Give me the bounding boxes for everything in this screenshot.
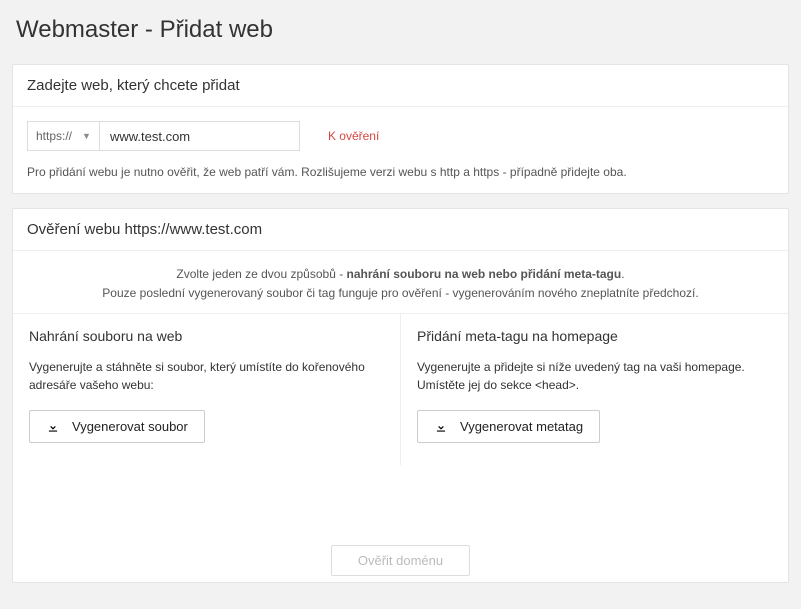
- add-web-heading: Zadejte web, který chcete přidat: [13, 65, 788, 107]
- method-file-upload: Nahrání souboru na web Vygenerujte a stá…: [13, 314, 400, 465]
- generate-file-label: Vygenerovat soubor: [72, 419, 188, 434]
- verify-heading: Ověření webu https://www.test.com: [13, 209, 788, 251]
- add-web-panel: Zadejte web, který chcete přidat https:/…: [12, 64, 789, 194]
- download-icon: [46, 420, 60, 434]
- verify-intro-line2: Pouze poslední vygenerovaný soubor či ta…: [33, 284, 768, 303]
- verify-methods: Nahrání souboru na web Vygenerujte a stá…: [13, 313, 788, 465]
- protocol-value: https://: [36, 129, 72, 143]
- verify-intro-suffix: .: [621, 267, 624, 281]
- chevron-down-icon: ▼: [82, 131, 91, 141]
- method-metatag-title: Přidání meta-tagu na homepage: [417, 328, 772, 344]
- download-icon: [434, 420, 448, 434]
- method-metatag: Přidání meta-tagu na homepage Vygenerujt…: [400, 314, 788, 465]
- verification-status: K ověření: [328, 129, 379, 143]
- verify-intro-bold: nahrání souboru na web nebo přidání meta…: [347, 267, 622, 281]
- method-metatag-desc: Vygenerujte a přidejte si níže uvedený t…: [417, 358, 772, 394]
- page-title: Webmaster - Přidat web: [16, 16, 789, 44]
- url-input[interactable]: [100, 121, 300, 151]
- generate-file-button[interactable]: Vygenerovat soubor: [29, 410, 205, 443]
- generate-metatag-button[interactable]: Vygenerovat metatag: [417, 410, 600, 443]
- generate-metatag-label: Vygenerovat metatag: [460, 419, 583, 434]
- method-file-desc: Vygenerujte a stáhněte si soubor, který …: [29, 358, 384, 394]
- verify-panel: Ověření webu https://www.test.com Zvolte…: [12, 208, 789, 583]
- verify-intro-prefix: Zvolte jeden ze dvou způsobů -: [176, 267, 346, 281]
- verify-intro: Zvolte jeden ze dvou způsobů - nahrání s…: [13, 251, 788, 313]
- add-web-note: Pro přidání webu je nutno ověřit, že web…: [27, 165, 774, 179]
- verify-domain-button[interactable]: Ověřit doménu: [331, 545, 470, 576]
- protocol-select[interactable]: https:// ▼: [27, 121, 100, 151]
- verify-footer: Ověřit doménu: [13, 535, 788, 582]
- method-file-title: Nahrání souboru na web: [29, 328, 384, 344]
- url-input-row: https:// ▼ K ověření: [27, 121, 774, 151]
